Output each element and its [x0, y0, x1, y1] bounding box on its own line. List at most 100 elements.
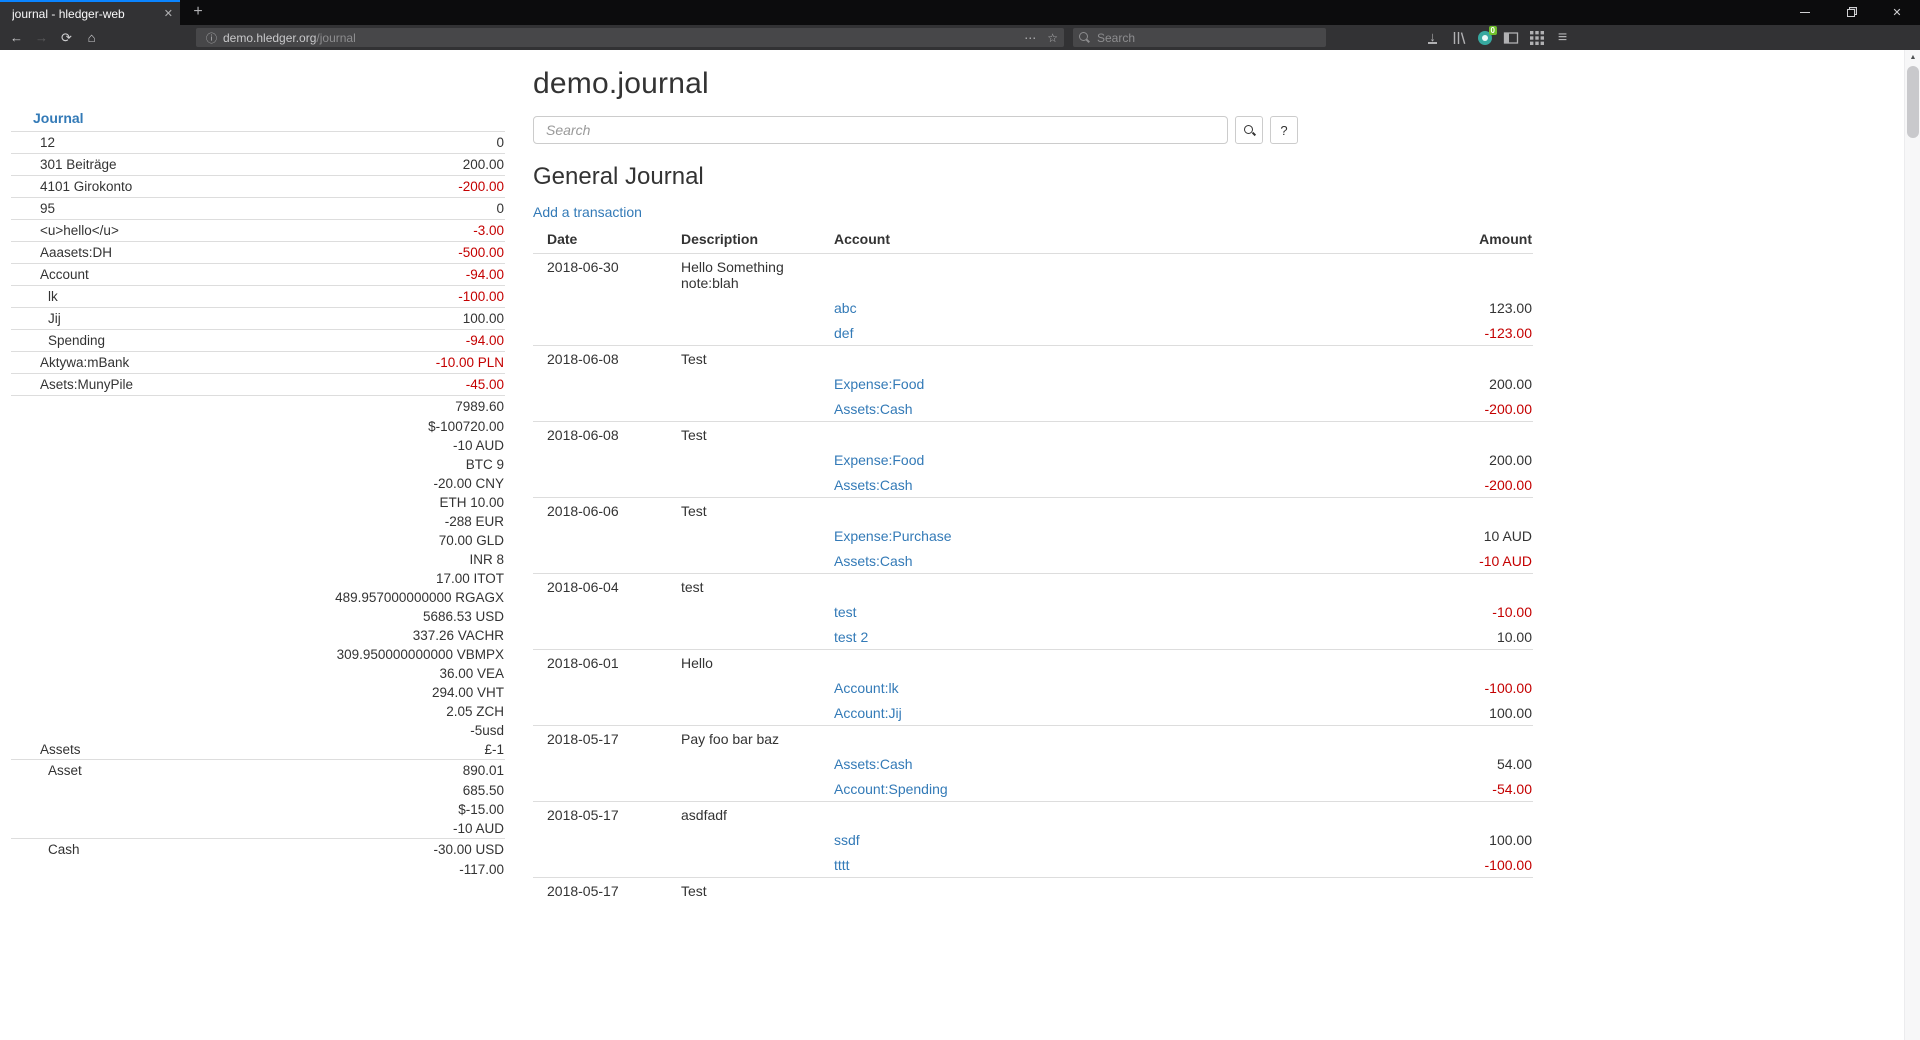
- transaction-row[interactable]: 2018-06-04test: [533, 574, 1533, 600]
- window-close-icon[interactable]: ✕: [1874, 0, 1920, 25]
- transaction-row[interactable]: 2018-06-08Test: [533, 422, 1533, 448]
- sidebar-account-row: 12 0: [11, 131, 505, 153]
- column-header-account: Account: [820, 227, 1313, 254]
- downloads-icon[interactable]: ↓: [1424, 29, 1441, 46]
- posting-account-link[interactable]: test: [834, 604, 857, 620]
- back-icon[interactable]: ←: [4, 30, 29, 45]
- sidebar-account-balance: 200.00: [463, 157, 504, 172]
- home-icon[interactable]: ⌂: [79, 30, 104, 45]
- posting-row: abc 123.00: [533, 295, 1533, 320]
- sidebar-account-balance: 0: [496, 135, 504, 150]
- sidebar-account-link[interactable]: Cash: [11, 842, 80, 857]
- bookmark-star-icon[interactable]: ☆: [1047, 31, 1058, 45]
- restore-icon[interactable]: [1828, 0, 1874, 25]
- posting-amount: -10 AUD: [1313, 548, 1533, 574]
- scrollbar-thumb[interactable]: [1907, 66, 1919, 138]
- posting-account-link[interactable]: Expense:Food: [834, 452, 924, 468]
- sidebar-account-row: Jij 100.00: [11, 307, 505, 329]
- sidebar-account-list: 12 0 301 Beiträge 200.00 4101 Girokonto-200.…: [11, 131, 505, 879]
- scroll-up-icon[interactable]: ▲: [1905, 50, 1920, 64]
- sidebar-account-link[interactable]: 4101 Girokonto: [11, 179, 132, 194]
- sidebar-account-row: Aktywa:mBank-10.00 PLN: [11, 351, 505, 373]
- site-info-icon[interactable]: ⓘ: [206, 30, 217, 46]
- posting-account-link[interactable]: Assets:Cash: [834, 553, 913, 569]
- sidebar-account-balance: 100.00: [463, 311, 504, 326]
- posting-account-link[interactable]: test 2: [834, 629, 868, 645]
- extension-icon[interactable]: 0: [1476, 29, 1493, 46]
- reload-icon[interactable]: ⟳: [54, 30, 79, 46]
- sidebar-toggle-icon[interactable]: [1502, 29, 1519, 46]
- sidebar-account-link[interactable]: 301 Beiträge: [11, 157, 117, 172]
- posting-account-link[interactable]: Assets:Cash: [834, 477, 913, 493]
- transaction-description: Hello: [667, 650, 820, 676]
- posting-amount: 200.00: [1313, 447, 1533, 472]
- sidebar-account-balance: -94.00: [466, 333, 504, 348]
- sidebar-account-balance: 890.01: [463, 763, 504, 778]
- posting-account-link[interactable]: def: [834, 325, 853, 341]
- posting-amount: 100.00: [1313, 827, 1533, 852]
- posting-account-link[interactable]: abc: [834, 300, 857, 316]
- menu-icon[interactable]: ≡: [1554, 29, 1571, 46]
- sidebar-account-row: 4101 Girokonto-200.00: [11, 175, 505, 197]
- journal-search-input[interactable]: [533, 116, 1228, 144]
- posting-account-link[interactable]: Expense:Food: [834, 376, 924, 392]
- browser-tab-bar: journal - hledger-web ✕ + ✕: [0, 0, 1920, 25]
- transaction-date: 2018-06-01: [533, 650, 667, 676]
- url-bar[interactable]: ⓘ demo.hledger.org/journal ⋯ ☆: [196, 28, 1064, 47]
- sidebar-account-link[interactable]: Asset: [11, 763, 82, 778]
- posting-account-link[interactable]: Account:Jij: [834, 705, 902, 721]
- sidebar-account-link[interactable]: 12: [11, 135, 55, 150]
- sidebar-account-balance: -288 EUR: [445, 514, 504, 529]
- journal-search-button[interactable]: [1235, 116, 1263, 144]
- transaction-row[interactable]: 2018-05-17Pay foo bar baz: [533, 726, 1533, 752]
- transaction-row[interactable]: 2018-06-08Test: [533, 346, 1533, 372]
- sidebar-account-link[interactable]: Aktywa:mBank: [11, 355, 129, 370]
- sidebar-account-link[interactable]: Spending: [11, 333, 105, 348]
- add-transaction-link[interactable]: Add a transaction: [533, 204, 642, 220]
- posting-account-link[interactable]: tttt: [834, 857, 850, 873]
- posting-amount: 10 AUD: [1313, 523, 1533, 548]
- sidebar-account-link[interactable]: <u>hello</u>: [11, 223, 119, 238]
- page-scrollbar[interactable]: ▲: [1904, 50, 1920, 1040]
- tab-close-icon[interactable]: ✕: [164, 7, 173, 20]
- toolbar-search[interactable]: [1073, 28, 1326, 47]
- sidebar-account-link[interactable]: Aaasets:DH: [11, 245, 112, 260]
- forward-icon[interactable]: →: [29, 30, 54, 45]
- sidebar-account-balance: 2.05 ZCH: [446, 704, 504, 719]
- transaction-row[interactable]: 2018-05-17asdfadf: [533, 802, 1533, 828]
- posting-account-link[interactable]: Expense:Purchase: [834, 528, 952, 544]
- minimize-icon[interactable]: [1782, 0, 1828, 25]
- sidebar-account-link[interactable]: Account: [11, 267, 89, 282]
- posting-account-link[interactable]: Account:Spending: [834, 781, 948, 797]
- posting-account-link[interactable]: Account:lk: [834, 680, 899, 696]
- sidebar-account-link[interactable]: Jij: [11, 311, 61, 326]
- browser-tab[interactable]: journal - hledger-web ✕: [0, 0, 180, 25]
- sidebar-journal-link[interactable]: Journal: [11, 108, 84, 131]
- sidebar-account-balance: 489.957000000000 RGAGX: [335, 590, 504, 605]
- sidebar-account-link[interactable]: Asets:MunyPile: [11, 377, 133, 392]
- sidebar-account-balance: 70.00 GLD: [439, 533, 504, 548]
- posting-account-link[interactable]: Assets:Cash: [834, 401, 913, 417]
- posting-amount: -100.00: [1313, 675, 1533, 700]
- posting-row: Expense:Food 200.00: [533, 447, 1533, 472]
- page-actions-icon[interactable]: ⋯: [1024, 31, 1037, 45]
- transaction-row[interactable]: 2018-06-01Hello: [533, 650, 1533, 676]
- sidebar-account-row: 70.00 GLD: [11, 531, 505, 550]
- transaction-row[interactable]: 2018-06-06Test: [533, 498, 1533, 524]
- apps-grid-icon[interactable]: [1528, 29, 1545, 46]
- transaction-row[interactable]: 2018-06-30Hello Something note:blah: [533, 254, 1533, 296]
- toolbar-search-input[interactable]: [1097, 31, 1297, 45]
- sidebar-account-balance: ETH 10.00: [439, 495, 504, 510]
- posting-account-link[interactable]: ssdf: [834, 832, 860, 848]
- sidebar-account-balance: -10 AUD: [453, 438, 504, 453]
- posting-account-link[interactable]: Assets:Cash: [834, 756, 913, 772]
- sidebar-account-balance: INR 8: [469, 552, 504, 567]
- sidebar-account-link[interactable]: 95: [11, 201, 55, 216]
- new-tab-button[interactable]: +: [184, 0, 212, 25]
- library-icon[interactable]: [1450, 29, 1467, 46]
- posting-amount: 123.00: [1313, 295, 1533, 320]
- search-help-button[interactable]: ?: [1270, 116, 1298, 144]
- sidebar-account-link[interactable]: lk: [11, 289, 58, 304]
- transaction-row[interactable]: 2018-05-17Test: [533, 878, 1533, 904]
- sidebar-account-link[interactable]: Assets: [11, 742, 81, 757]
